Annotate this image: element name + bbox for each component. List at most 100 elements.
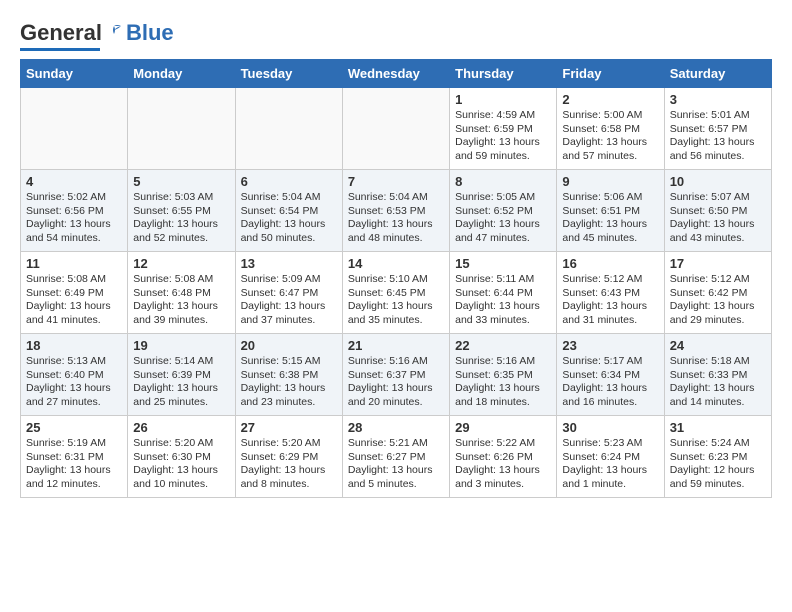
day-info: Sunrise: 5:18 AM <box>670 355 766 369</box>
day-info: Sunset: 6:30 PM <box>133 451 229 465</box>
day-info: and 56 minutes. <box>670 150 766 164</box>
day-number: 13 <box>241 256 337 271</box>
day-info: and 41 minutes. <box>26 314 122 328</box>
day-cell: 7Sunrise: 5:04 AMSunset: 6:53 PMDaylight… <box>342 170 449 252</box>
day-cell <box>342 88 449 170</box>
day-info: Sunset: 6:49 PM <box>26 287 122 301</box>
day-info: and 48 minutes. <box>348 232 444 246</box>
day-info: Sunset: 6:35 PM <box>455 369 551 383</box>
day-cell: 25Sunrise: 5:19 AMSunset: 6:31 PMDayligh… <box>21 416 128 498</box>
day-info: and 23 minutes. <box>241 396 337 410</box>
day-info: Sunrise: 5:12 AM <box>670 273 766 287</box>
day-info: Sunrise: 5:10 AM <box>348 273 444 287</box>
day-info: Sunrise: 5:07 AM <box>670 191 766 205</box>
day-cell: 31Sunrise: 5:24 AMSunset: 6:23 PMDayligh… <box>664 416 771 498</box>
day-info: Daylight: 12 hours <box>670 464 766 478</box>
day-number: 23 <box>562 338 658 353</box>
day-number: 15 <box>455 256 551 271</box>
day-info: Sunrise: 5:01 AM <box>670 109 766 123</box>
day-cell: 27Sunrise: 5:20 AMSunset: 6:29 PMDayligh… <box>235 416 342 498</box>
day-info: Daylight: 13 hours <box>455 464 551 478</box>
day-info: and 12 minutes. <box>26 478 122 492</box>
column-header-saturday: Saturday <box>664 60 771 88</box>
day-info: and 5 minutes. <box>348 478 444 492</box>
day-info: and 8 minutes. <box>241 478 337 492</box>
day-info: Daylight: 13 hours <box>241 382 337 396</box>
day-info: Sunset: 6:55 PM <box>133 205 229 219</box>
day-info: Sunset: 6:45 PM <box>348 287 444 301</box>
day-info: and 47 minutes. <box>455 232 551 246</box>
day-info: and 29 minutes. <box>670 314 766 328</box>
day-info: and 52 minutes. <box>133 232 229 246</box>
day-info: Daylight: 13 hours <box>562 382 658 396</box>
day-number: 27 <box>241 420 337 435</box>
day-info: and 43 minutes. <box>670 232 766 246</box>
day-info: Sunset: 6:39 PM <box>133 369 229 383</box>
day-info: and 35 minutes. <box>348 314 444 328</box>
day-info: and 25 minutes. <box>133 396 229 410</box>
day-cell: 9Sunrise: 5:06 AMSunset: 6:51 PMDaylight… <box>557 170 664 252</box>
week-row-5: 25Sunrise: 5:19 AMSunset: 6:31 PMDayligh… <box>21 416 772 498</box>
day-info: Daylight: 13 hours <box>133 464 229 478</box>
day-info: Daylight: 13 hours <box>562 300 658 314</box>
column-header-friday: Friday <box>557 60 664 88</box>
day-number: 4 <box>26 174 122 189</box>
day-info: Sunset: 6:24 PM <box>562 451 658 465</box>
day-info: Daylight: 13 hours <box>26 382 122 396</box>
day-cell: 5Sunrise: 5:03 AMSunset: 6:55 PMDaylight… <box>128 170 235 252</box>
day-info: Daylight: 13 hours <box>670 382 766 396</box>
day-info: Daylight: 13 hours <box>348 218 444 232</box>
day-info: Daylight: 13 hours <box>670 300 766 314</box>
day-cell: 21Sunrise: 5:16 AMSunset: 6:37 PMDayligh… <box>342 334 449 416</box>
column-header-monday: Monday <box>128 60 235 88</box>
day-info: Sunset: 6:54 PM <box>241 205 337 219</box>
day-info: Daylight: 13 hours <box>133 218 229 232</box>
column-header-sunday: Sunday <box>21 60 128 88</box>
week-row-3: 11Sunrise: 5:08 AMSunset: 6:49 PMDayligh… <box>21 252 772 334</box>
day-info: Sunrise: 5:22 AM <box>455 437 551 451</box>
day-info: Sunset: 6:38 PM <box>241 369 337 383</box>
day-cell: 8Sunrise: 5:05 AMSunset: 6:52 PMDaylight… <box>450 170 557 252</box>
day-info: Sunrise: 5:13 AM <box>26 355 122 369</box>
day-info: Sunset: 6:47 PM <box>241 287 337 301</box>
logo-underline <box>20 48 100 51</box>
day-number: 25 <box>26 420 122 435</box>
day-info: Daylight: 13 hours <box>26 218 122 232</box>
day-info: Daylight: 13 hours <box>348 382 444 396</box>
day-info: Sunset: 6:52 PM <box>455 205 551 219</box>
day-cell: 28Sunrise: 5:21 AMSunset: 6:27 PMDayligh… <box>342 416 449 498</box>
day-info: Sunset: 6:59 PM <box>455 123 551 137</box>
day-info: Daylight: 13 hours <box>133 300 229 314</box>
day-info: and 10 minutes. <box>133 478 229 492</box>
day-cell <box>128 88 235 170</box>
day-info: Daylight: 13 hours <box>562 464 658 478</box>
day-number: 3 <box>670 92 766 107</box>
day-number: 2 <box>562 92 658 107</box>
day-number: 1 <box>455 92 551 107</box>
day-info: Sunrise: 5:09 AM <box>241 273 337 287</box>
day-number: 30 <box>562 420 658 435</box>
day-number: 16 <box>562 256 658 271</box>
day-info: and 59 minutes. <box>670 478 766 492</box>
day-number: 17 <box>670 256 766 271</box>
day-info: and 1 minute. <box>562 478 658 492</box>
day-cell <box>235 88 342 170</box>
day-cell <box>21 88 128 170</box>
day-info: Sunset: 6:26 PM <box>455 451 551 465</box>
day-number: 22 <box>455 338 551 353</box>
day-info: Daylight: 13 hours <box>562 218 658 232</box>
day-cell: 18Sunrise: 5:13 AMSunset: 6:40 PMDayligh… <box>21 334 128 416</box>
day-cell: 29Sunrise: 5:22 AMSunset: 6:26 PMDayligh… <box>450 416 557 498</box>
day-info: and 54 minutes. <box>26 232 122 246</box>
day-info: Daylight: 13 hours <box>133 382 229 396</box>
day-info: Sunrise: 5:06 AM <box>562 191 658 205</box>
week-row-4: 18Sunrise: 5:13 AMSunset: 6:40 PMDayligh… <box>21 334 772 416</box>
day-cell: 22Sunrise: 5:16 AMSunset: 6:35 PMDayligh… <box>450 334 557 416</box>
day-cell: 17Sunrise: 5:12 AMSunset: 6:42 PMDayligh… <box>664 252 771 334</box>
day-info: Sunrise: 5:15 AM <box>241 355 337 369</box>
day-info: Sunrise: 5:02 AM <box>26 191 122 205</box>
day-info: Sunset: 6:27 PM <box>348 451 444 465</box>
day-cell: 15Sunrise: 5:11 AMSunset: 6:44 PMDayligh… <box>450 252 557 334</box>
day-info: Sunset: 6:56 PM <box>26 205 122 219</box>
day-number: 14 <box>348 256 444 271</box>
